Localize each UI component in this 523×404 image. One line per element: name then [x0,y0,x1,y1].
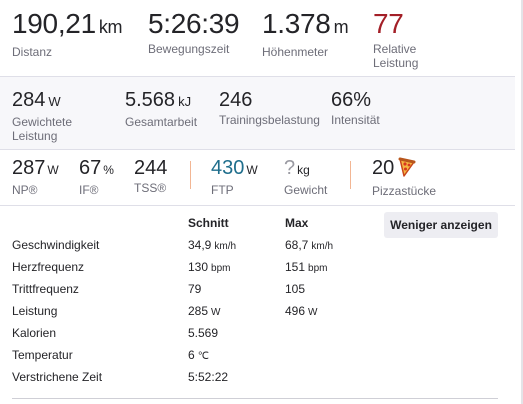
stat-label: Gewicht [284,183,328,197]
stat-label: Bewegungszeit [148,42,230,56]
stat-value: 246 [219,89,253,111]
stat-label: Pizzastücke [372,184,437,198]
max-unit: W [308,307,318,318]
stat-label: Gewichtete Leistung [12,115,73,143]
stat-value: 67 [79,157,102,179]
avg-value: 6 [188,348,195,362]
table-row: Trittfrequenz 79 105 [0,278,380,300]
row-label: Kalorien [12,326,57,340]
avg-value: 79 [188,282,202,296]
stat-value: 20 [372,157,395,179]
avg-unit: W [211,307,221,318]
stat-unit: km [98,17,123,37]
max-unit: km/h [311,241,334,252]
column-header-avg: Schnitt [188,216,229,230]
max-unit: bpm [308,263,328,274]
table-row: Leistung 285 W 496 W [0,300,380,322]
stat-weighted-power: 284 W Gewichtete Leistung [12,89,102,143]
column-header-max: Max [285,216,309,230]
stat-label: FTP [211,183,234,197]
row-label: Temperatur [12,348,73,362]
stat-unit: m [333,17,349,37]
stat-elevation: 1.378 m Höhenmeter [262,8,349,59]
table-row: Kalorien 5.569 [0,322,380,344]
stat-label: Höhenmeter [262,45,329,59]
show-less-button[interactable]: Weniger anzeigen [384,212,498,238]
stat-value: 77 [373,8,404,39]
stat-unit: kJ [178,94,192,109]
row-label: Geschwindigkeit [12,238,100,252]
avg-unit: km/h [214,241,237,252]
stat-moving-time: 5:26:39 Bewegungszeit [148,8,240,56]
stat-value: 5.568 [125,89,176,111]
stat-if: 67% IF® [79,157,114,197]
row-label: Herzfrequenz [12,260,85,274]
stat-label: Trainingsbelastung [219,113,320,127]
table-row: Verstrichene Zeit 5:52:22 [0,366,380,388]
stat-value: 5:26:39 [148,8,240,39]
stat-label: Intensität [331,113,380,127]
stat-ftp[interactable]: 430 W FTP [211,157,258,197]
max-value: 496 [285,304,306,318]
max-value: 105 [285,282,306,296]
stat-unit: kg [297,163,310,177]
stat-label: TSS® [134,181,167,195]
max-value: 68,7 [285,238,309,252]
stat-label: NP® [12,183,38,197]
stat-label: Distanz [12,45,53,59]
row-label: Verstrichene Zeit [12,370,103,384]
primary-stats: 190,21 km Distanz 5:26:39 Bewegungszeit 1… [0,0,515,76]
avg-value: 130 [188,260,209,274]
avg-unit: ℃ [197,351,209,362]
table-row: Herzfrequenz 130 bpm 151 bpm [0,256,380,278]
stat-value: 244 [134,157,168,179]
stat-label: IF® [79,183,99,197]
stat-pizza: 20 Pizzastücke [372,157,436,198]
stat-np: 287 W NP® [12,157,59,197]
stat-total-work: 5.568 kJ Gesamtarbeit [125,89,197,129]
table-row: Temperatur 6 ℃ [0,344,380,366]
stat-value: 284 [12,89,46,111]
stat-value: 66% [331,89,372,111]
stat-unit: W [246,163,258,177]
stat-label: Gesamtarbeit [125,115,198,129]
stat-relative-effort[interactable]: 77 Relative Leistung [373,8,453,70]
power-stats: 284 W Gewichtete Leistung 5.568 kJ Gesamta… [0,76,515,150]
stat-unit: W [48,94,61,109]
stat-value: ? [284,157,296,179]
stat-value: 1.378 [262,8,331,39]
stat-tss: 244 TSS® [134,157,167,195]
avg-value: 34,9 [188,238,212,252]
avg-unit: bpm [211,263,231,274]
stat-unit: % [103,163,114,177]
stat-separator [350,161,351,189]
max-value: 151 [285,260,306,274]
row-label: Leistung [12,304,58,318]
stat-unit: W [47,163,59,177]
row-label: Trittfrequenz [12,282,79,296]
stat-intensity: 66% Intensität [331,89,380,127]
avg-value: 5.569 [188,326,219,340]
avg-value: 5:52:22 [188,370,229,384]
table-bottom-divider [12,398,498,399]
stat-value: 430 [211,157,245,179]
stat-label: Relative Leistung [373,42,419,70]
avg-value: 285 [188,304,209,318]
pizza-slice-icon [398,157,416,182]
stat-training-load: 246 Trainingsbelastung [219,89,320,127]
stat-value: 287 [12,157,46,179]
stat-value: 190,21 [12,8,96,39]
stat-separator [190,161,191,189]
stat-weight[interactable]: ? kg Gewicht [284,157,327,197]
table-row: Geschwindigkeit 34,9 km/h 68,7 km/h [0,234,380,256]
stat-distance: 190,21 km Distanz [12,8,123,59]
advanced-stats: 287 W NP® 67% IF® 244 TSS® 430 W FTP ? kg G… [0,149,515,206]
